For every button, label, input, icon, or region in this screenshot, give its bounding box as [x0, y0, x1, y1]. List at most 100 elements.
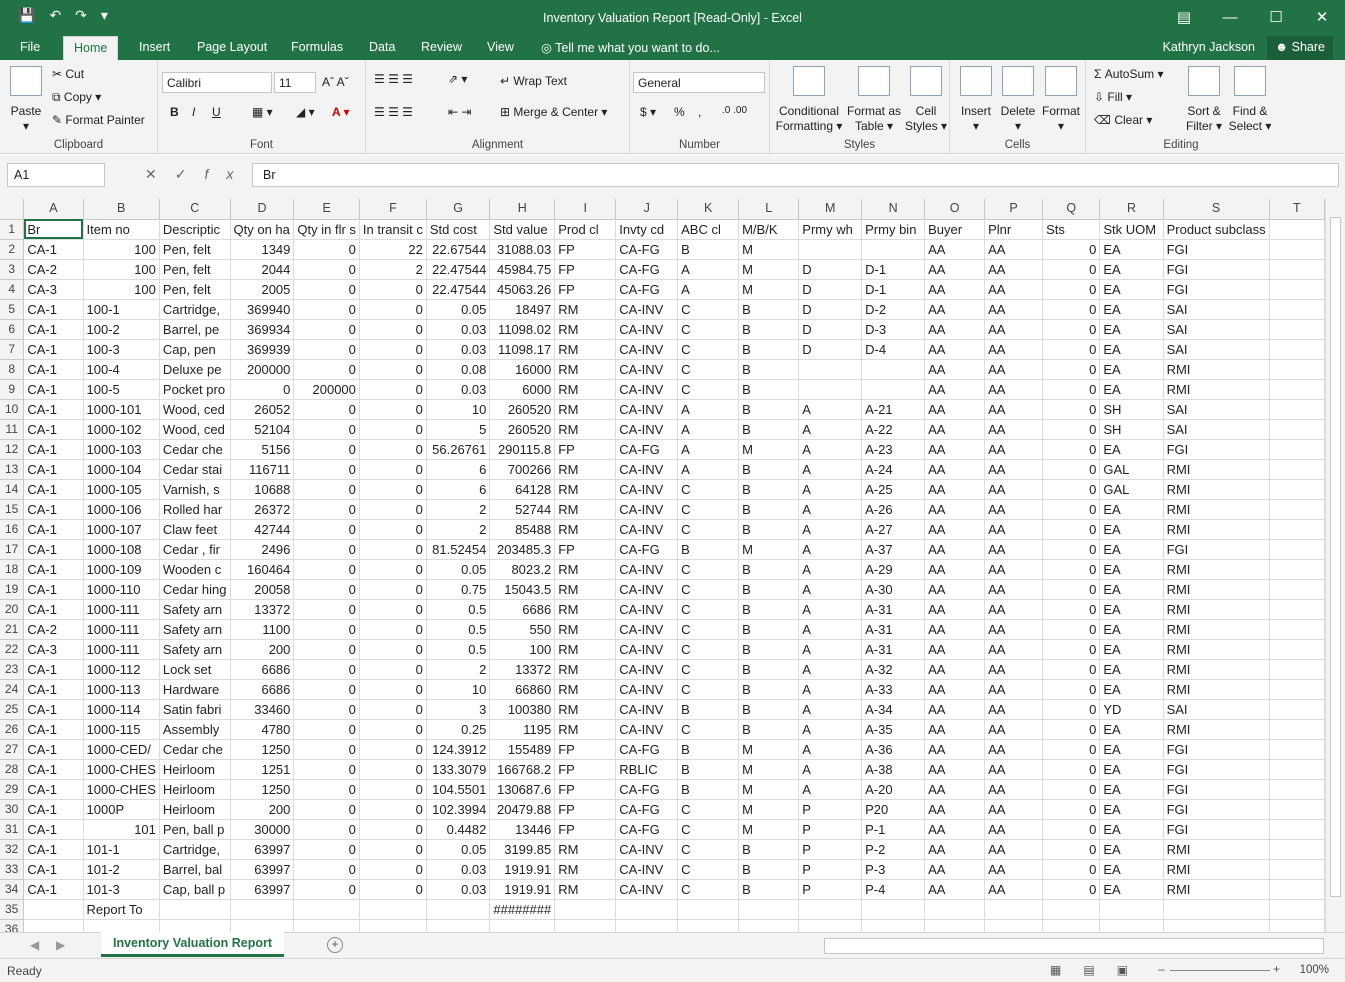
cell[interactable]: EA: [1099, 639, 1164, 660]
cell[interactable]: [1269, 439, 1325, 460]
cell[interactable]: 0: [293, 779, 360, 800]
cell[interactable]: Qty in flr s: [293, 219, 360, 240]
cell[interactable]: CA-2: [23, 259, 84, 280]
cell[interactable]: [924, 899, 986, 920]
row-header[interactable]: 36: [0, 919, 25, 932]
cell[interactable]: CA-1: [23, 299, 84, 320]
cell[interactable]: [489, 919, 556, 932]
cell[interactable]: 0: [359, 279, 427, 300]
cell[interactable]: AA: [984, 319, 1044, 340]
cell[interactable]: B: [738, 559, 800, 580]
cell[interactable]: AA: [984, 599, 1044, 620]
cell[interactable]: A-27: [861, 519, 926, 540]
cell[interactable]: RM: [554, 459, 617, 480]
cell[interactable]: AA: [984, 239, 1044, 260]
cell[interactable]: P: [798, 819, 863, 840]
cell[interactable]: 100: [83, 259, 160, 280]
cell[interactable]: 0: [359, 399, 427, 420]
cell[interactable]: FGI: [1163, 539, 1270, 560]
row-header[interactable]: 34: [0, 879, 25, 900]
cell[interactable]: 200: [230, 799, 295, 820]
cell[interactable]: 1195: [489, 719, 556, 740]
cell[interactable]: 200000: [293, 379, 360, 400]
cell[interactable]: B: [677, 239, 740, 260]
number-format-dropdown[interactable]: General: [633, 72, 765, 93]
row-header[interactable]: 3: [0, 259, 25, 280]
cell[interactable]: P: [798, 799, 863, 820]
cell[interactable]: [1269, 479, 1325, 500]
cell[interactable]: Heirloom: [159, 799, 231, 820]
cell[interactable]: C: [677, 379, 740, 400]
merge-center-button[interactable]: ⊞ Merge & Center ▾: [500, 105, 607, 119]
cell[interactable]: B: [677, 779, 740, 800]
cell[interactable]: P: [798, 839, 863, 860]
column-header[interactable]: J: [615, 199, 679, 220]
cell[interactable]: RM: [554, 639, 617, 660]
cell[interactable]: RM: [554, 619, 617, 640]
cell[interactable]: 0: [359, 359, 427, 380]
cell[interactable]: EA: [1099, 579, 1164, 600]
cell[interactable]: [554, 899, 617, 920]
cell[interactable]: CA-2: [23, 619, 84, 640]
row-header[interactable]: 12: [0, 439, 25, 460]
cell[interactable]: Cedar hing: [159, 579, 231, 600]
cell[interactable]: AA: [984, 819, 1044, 840]
cell[interactable]: 0: [1042, 239, 1101, 260]
cell[interactable]: AA: [924, 659, 986, 680]
cell[interactable]: RM: [554, 479, 617, 500]
cell[interactable]: 0: [1042, 539, 1101, 560]
cell[interactable]: In transit c: [359, 219, 427, 240]
cell[interactable]: 0.03: [426, 339, 491, 360]
cell[interactable]: 0: [293, 559, 360, 580]
tab-review[interactable]: Review: [421, 40, 462, 54]
decimal-icon[interactable]: .0 .00: [722, 105, 747, 116]
cell[interactable]: AA: [984, 339, 1044, 360]
cell[interactable]: Prod cl: [554, 219, 617, 240]
cell[interactable]: C: [677, 519, 740, 540]
cell[interactable]: AA: [924, 319, 986, 340]
cell[interactable]: 0: [293, 639, 360, 660]
row-header[interactable]: 14: [0, 479, 25, 500]
cell[interactable]: 63997: [230, 859, 295, 880]
horizontal-scrollbar[interactable]: [824, 938, 1324, 954]
cell[interactable]: RM: [554, 379, 617, 400]
cell[interactable]: RM: [554, 559, 617, 580]
cell[interactable]: 2044: [230, 259, 295, 280]
row-header[interactable]: 33: [0, 859, 25, 880]
select-all-corner[interactable]: [0, 199, 25, 220]
cell[interactable]: Heirloom: [159, 779, 231, 800]
currency-icon[interactable]: $ ▾: [640, 105, 656, 119]
cell[interactable]: 4780: [230, 719, 295, 740]
cell[interactable]: ########: [489, 899, 556, 920]
cell[interactable]: RMI: [1163, 499, 1270, 520]
cell[interactable]: A-24: [861, 459, 926, 480]
cell[interactable]: RM: [554, 719, 617, 740]
cell[interactable]: A: [798, 479, 863, 500]
column-header[interactable]: D: [230, 199, 295, 220]
row-header[interactable]: 2: [0, 239, 25, 260]
cell[interactable]: Pen, felt: [159, 279, 231, 300]
cell[interactable]: Pen, felt: [159, 259, 231, 280]
cell[interactable]: P-2: [861, 839, 926, 860]
cell[interactable]: RM: [554, 419, 617, 440]
cell[interactable]: CA-1: [23, 399, 84, 420]
cell[interactable]: RM: [554, 339, 617, 360]
cell[interactable]: AA: [924, 799, 986, 820]
cell[interactable]: RM: [554, 839, 617, 860]
cell[interactable]: 45984.75: [489, 259, 556, 280]
cell[interactable]: 52104: [230, 419, 295, 440]
cell[interactable]: 22.47544: [426, 259, 491, 280]
cell[interactable]: [1269, 219, 1325, 240]
cell[interactable]: CA-1: [23, 879, 84, 900]
cell[interactable]: [426, 899, 491, 920]
cell[interactable]: 0: [293, 679, 360, 700]
cell[interactable]: EA: [1099, 679, 1164, 700]
tab-page-layout[interactable]: Page Layout: [197, 40, 267, 54]
cell[interactable]: AA: [984, 579, 1044, 600]
cell[interactable]: 102.3994: [426, 799, 491, 820]
row-header[interactable]: 32: [0, 839, 25, 860]
cell[interactable]: 0: [1042, 559, 1101, 580]
cell[interactable]: A: [677, 259, 740, 280]
cell[interactable]: AA: [924, 619, 986, 640]
cell[interactable]: EA: [1099, 619, 1164, 640]
